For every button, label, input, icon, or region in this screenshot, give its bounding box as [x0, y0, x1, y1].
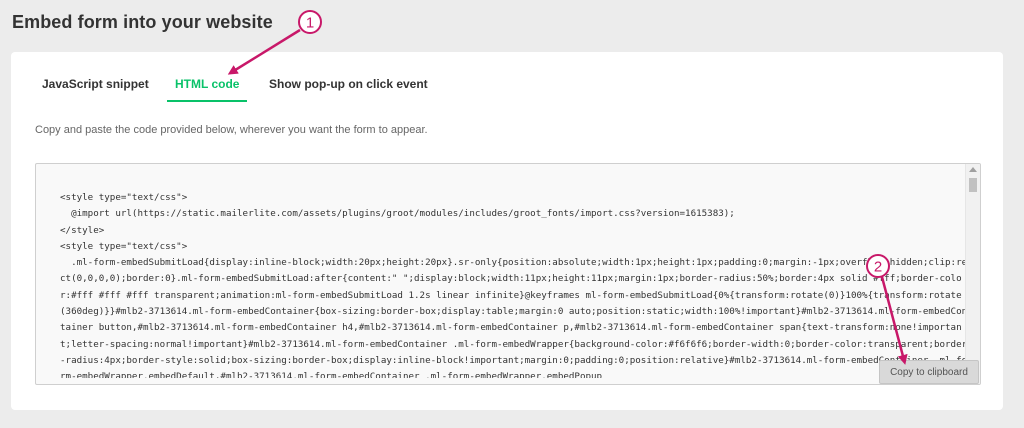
embed-code[interactable]: <style type="text/css"> @import url(http…: [60, 190, 968, 378]
code-textarea[interactable]: <style type="text/css"> @import url(http…: [35, 163, 981, 385]
page-title: Embed form into your website: [12, 12, 273, 32]
code-scrollbar[interactable]: [965, 164, 980, 384]
instructions-text: Copy and paste the code provided below, …: [35, 124, 428, 136]
tab-javascript-snippet[interactable]: JavaScript snippet: [42, 77, 149, 91]
callout-1-circle: [298, 10, 322, 34]
tab-bar: JavaScript snippet HTML code Show pop-up…: [11, 52, 1003, 112]
scroll-thumb[interactable]: [969, 178, 977, 192]
tab-html-code[interactable]: HTML code: [175, 77, 239, 91]
scroll-up-arrow-icon[interactable]: [969, 167, 977, 172]
copy-to-clipboard-button[interactable]: Copy to clipboard: [879, 360, 979, 384]
callout-1-number: 1: [306, 15, 314, 32]
active-tab-indicator: [167, 100, 247, 102]
tab-show-popup[interactable]: Show pop-up on click event: [269, 77, 428, 91]
embed-card: JavaScript snippet HTML code Show pop-up…: [11, 52, 1003, 410]
